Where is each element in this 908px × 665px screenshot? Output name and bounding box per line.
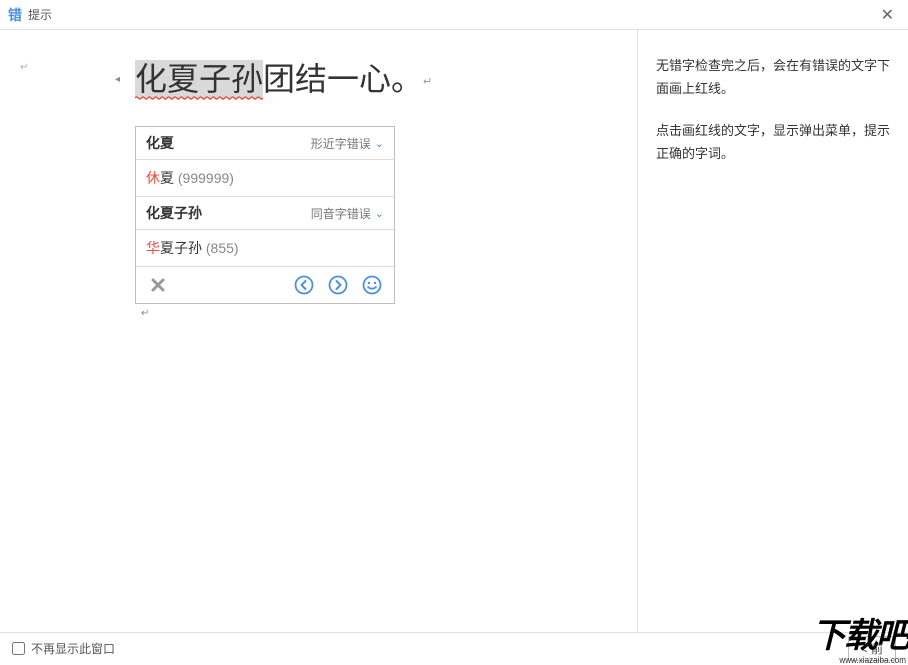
corrected-char: 华	[146, 240, 160, 256]
smile-icon[interactable]	[360, 273, 384, 297]
error-word: 化夏子孙	[146, 203, 202, 223]
checkbox-label: 不再显示此窗口	[31, 640, 115, 657]
help-text-2: 点击画红线的文字，显示弹出菜单，提示正确的字词。	[656, 119, 890, 166]
paragraph-mark: ↵	[423, 76, 432, 88]
close-icon[interactable]: ✕	[875, 3, 900, 27]
error-word: 化夏	[146, 133, 174, 153]
suggestion-panel: 化夏 形近字错误 ⌄ 休夏 (999999) 化夏子孙 同音字错误 ⌄ 华夏子孙	[135, 126, 395, 304]
error-type: 形近字错误 ⌄	[311, 135, 384, 152]
checkbox-input[interactable]	[12, 642, 25, 655]
action-row	[136, 267, 394, 303]
paragraph-mark: ↵	[20, 62, 28, 73]
suggestion-rest: 夏	[160, 170, 174, 186]
highlighted-error-text[interactable]: 化夏子孙	[135, 60, 263, 98]
error-type: 同音字错误 ⌄	[311, 205, 384, 222]
help-text-1: 无错字检查完之后，会在有错误的文字下面画上红线。	[656, 54, 890, 101]
suggestion-frequency: (999999)	[178, 170, 234, 186]
suggestion-rest: 夏子孙	[160, 240, 202, 256]
chevron-down-icon[interactable]: ⌄	[375, 137, 384, 150]
suggestion-item[interactable]: 华夏子孙 (855)	[136, 230, 394, 267]
suggestion-item[interactable]: 休夏 (999999)	[136, 160, 394, 197]
suggestion-frequency: (855)	[206, 240, 239, 256]
sentence-rest: 团结一心。	[263, 61, 423, 97]
next-arrow-icon[interactable]	[326, 273, 350, 297]
app-icon: 错	[8, 5, 22, 25]
suggestion-group-header-2[interactable]: 化夏子孙 同音字错误 ⌄	[136, 197, 394, 230]
prev-button[interactable]: < 前	[848, 636, 896, 661]
suggestion-group-header-1[interactable]: 化夏 形近字错误 ⌄	[136, 127, 394, 160]
error-underline	[135, 96, 263, 100]
main-pane: ↵ ◂ 化夏子孙 团结一心。↵ 化夏 形近字错误 ⌄ 休夏 (999999)	[0, 30, 638, 632]
prev-arrow-icon[interactable]	[292, 273, 316, 297]
chevron-down-icon[interactable]: ⌄	[375, 207, 384, 220]
window-title: 提示	[28, 6, 875, 23]
help-pane: 无错字检查完之后，会在有错误的文字下面画上红线。 点击画红线的文字，显示弹出菜单…	[638, 30, 908, 632]
corrected-char: 休	[146, 170, 160, 186]
footer: 不再显示此窗口 < 前	[0, 632, 908, 663]
sentence-text: ◂ 化夏子孙 团结一心。↵	[135, 60, 637, 98]
paragraph-mark: ↵	[135, 304, 637, 319]
titlebar: 错 提示 ✕	[0, 0, 908, 30]
paragraph-mark: ◂	[115, 74, 120, 86]
dismiss-icon[interactable]	[146, 273, 170, 297]
dont-show-again-checkbox[interactable]: 不再显示此窗口	[12, 640, 115, 657]
